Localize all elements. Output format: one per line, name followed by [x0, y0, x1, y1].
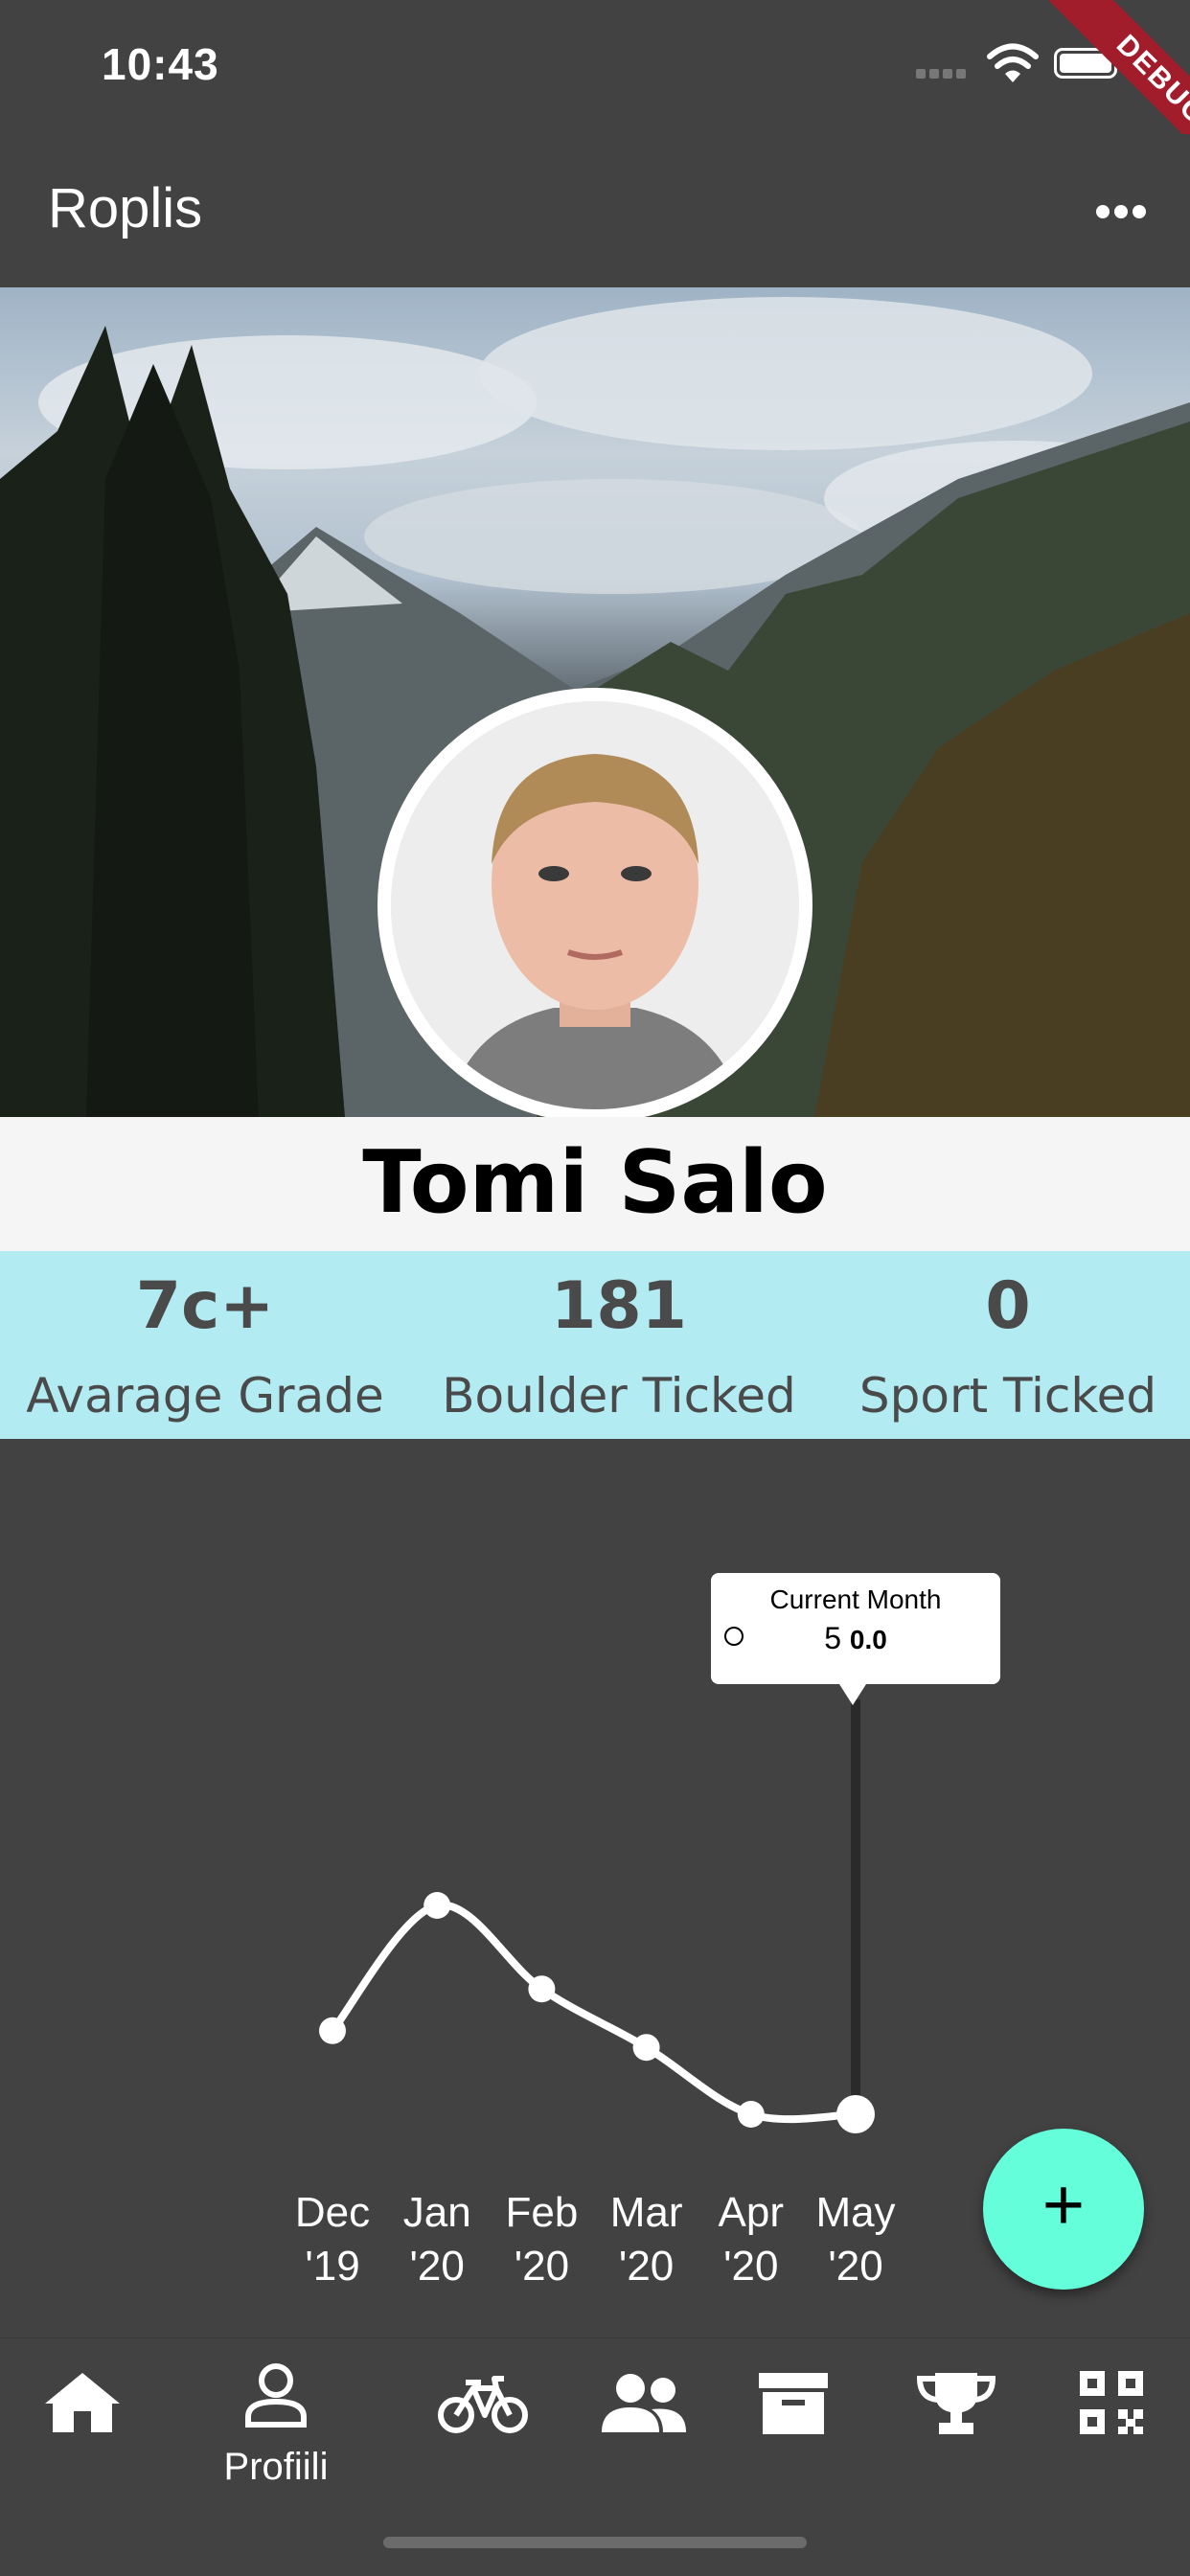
tooltip-y: 0.0 [849, 1625, 887, 1654]
stats-band: 7c+ Avarage Grade 181 Boulder Ticked 0 S… [0, 1251, 1190, 1439]
add-button[interactable]: + [983, 2129, 1144, 2290]
bicycle-icon [438, 2376, 528, 2433]
nav-item-profile[interactable]: Profiili [218, 2358, 333, 2492]
x-tick-label-year: '20 [619, 2243, 674, 2290]
nav-item-scan[interactable] [1054, 2358, 1169, 2492]
chart-tooltip: Current Month 5 0.0 [711, 1573, 1000, 1684]
nav-label: Profiili [223, 2446, 329, 2488]
chart-series-line [329, 1901, 859, 2124]
x-tick-label-year: '20 [515, 2243, 569, 2290]
home-icon [45, 2373, 120, 2432]
stat-average-grade: 7c+ Avarage Grade [10, 1251, 400, 1439]
person-icon [245, 2363, 307, 2428]
stat-value: 181 [551, 1268, 687, 1344]
x-tick-label-month: Jan [403, 2189, 471, 2236]
x-tick-label-year: '19 [305, 2243, 359, 2290]
x-tick-label-year: '20 [410, 2243, 465, 2290]
chart-point[interactable] [319, 2017, 346, 2044]
chart-point[interactable] [528, 1975, 556, 2003]
x-tick-label-year: '20 [828, 2243, 882, 2290]
x-tick-label-month: Dec [295, 2189, 370, 2236]
x-tick-label-month: Mar [610, 2189, 683, 2236]
stat-boulder-ticked: 181 Boulder Ticked [418, 1251, 820, 1439]
stat-value: 7c+ [135, 1268, 275, 1344]
cellular-signal-icon [916, 65, 970, 79]
nav-item-archive[interactable] [736, 2358, 851, 2492]
more-options-icon[interactable] [1092, 199, 1150, 222]
stat-value: 0 [985, 1268, 1031, 1344]
nav-item-community[interactable] [586, 2358, 701, 2492]
plus-icon: + [1041, 2164, 1086, 2245]
x-tick-label-month: Feb [505, 2189, 578, 2236]
trophy-icon [916, 2373, 996, 2434]
qr-code-icon [1080, 2371, 1143, 2434]
archive-icon [759, 2373, 828, 2434]
stat-label: Sport Ticked [858, 1368, 1157, 1424]
tooltip-value: 5 0.0 [711, 1621, 1000, 1656]
chart-point[interactable] [737, 2101, 765, 2128]
home-indicator [383, 2537, 807, 2548]
avatar[interactable] [378, 688, 812, 1123]
app-bar: Roplis [0, 134, 1190, 287]
profile-photo [391, 701, 799, 1109]
x-tick-label-month: Apr [719, 2189, 784, 2236]
nav-item-activity[interactable] [425, 2358, 540, 2492]
group-icon [602, 2374, 686, 2432]
tooltip-x: 5 [824, 1621, 841, 1655]
x-tick-label-month: May [815, 2189, 895, 2236]
app-title: Roplis [48, 177, 203, 239]
stat-sport-ticked: 0 Sport Ticked [839, 1251, 1177, 1439]
tooltip-pointer [839, 1684, 866, 1705]
stat-label: Avarage Grade [26, 1368, 384, 1424]
status-time: 10:43 [102, 39, 219, 89]
chart-point[interactable] [836, 2095, 875, 2133]
chart-point[interactable] [423, 1892, 451, 1919]
profile-name: Tomi Salo [362, 1132, 828, 1233]
name-section: Tomi Salo [0, 1117, 1190, 1251]
stat-label: Boulder Ticked [442, 1368, 796, 1424]
x-tick-label-year: '20 [723, 2243, 778, 2290]
chart-point[interactable] [632, 2034, 660, 2062]
nav-item-home[interactable] [25, 2358, 140, 2492]
nav-item-competitions[interactable] [899, 2358, 1014, 2492]
tooltip-title: Current Month [769, 1584, 942, 1614]
